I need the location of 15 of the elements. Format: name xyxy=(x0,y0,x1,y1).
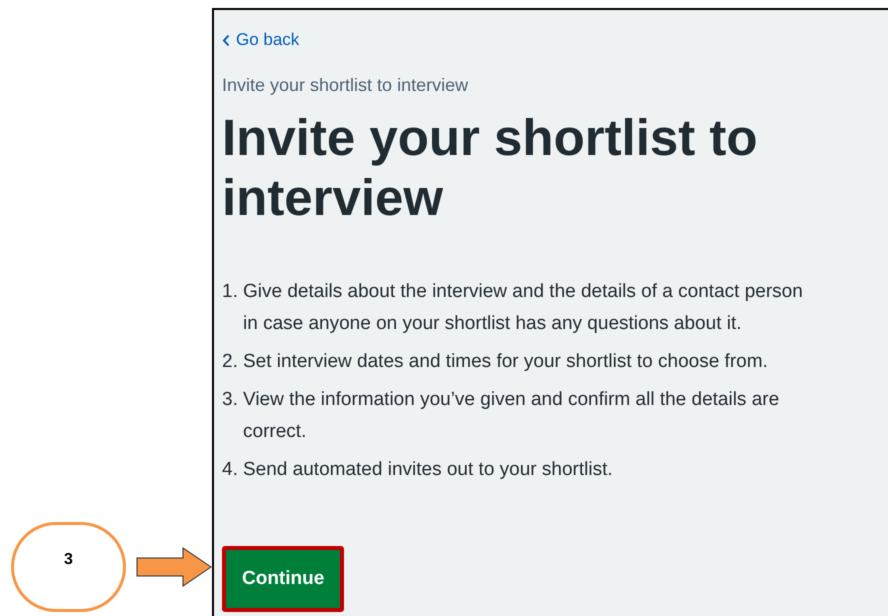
step-number: 4. xyxy=(222,458,239,482)
step-number: 2. xyxy=(222,350,239,374)
step-number: 1. xyxy=(222,280,239,304)
step-text: View the information you’ve given and confirm all the details are correct. xyxy=(243,388,780,444)
chevron-left-icon xyxy=(222,34,230,46)
page-heading: Invite your shortlist to interview xyxy=(222,108,759,228)
back-link[interactable]: Go back xyxy=(222,28,300,52)
step-text: Give details about the interview and the details of a contact person in case anyone on your shortlist has any questions about it. xyxy=(243,280,804,336)
step-text: Send automated invites out to your shortlist. xyxy=(243,458,613,482)
step-callout: 3 xyxy=(11,522,126,612)
continue-button[interactable]: Continue xyxy=(222,546,344,612)
step-number: 3. xyxy=(222,388,239,412)
arrow-icon xyxy=(136,547,213,587)
step-text: Set interview dates and times for your shortlist to choose from. xyxy=(243,350,768,374)
page-caption: Invite your shortlist to interview xyxy=(222,74,468,97)
